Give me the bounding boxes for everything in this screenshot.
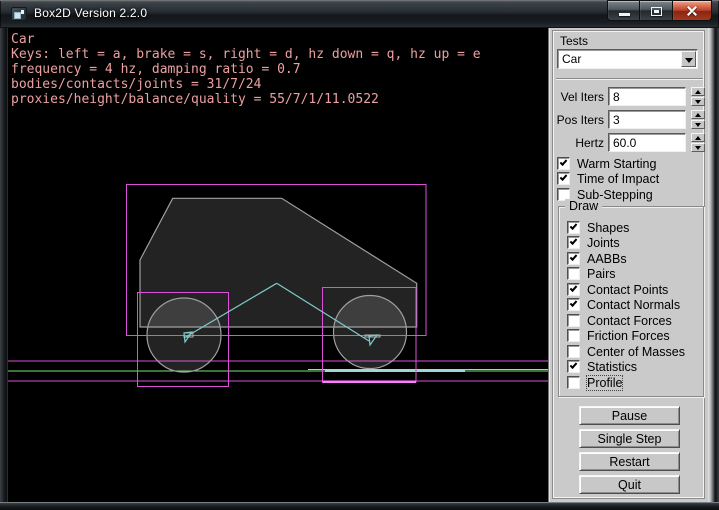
stats-text-line: proxies/height/balance/quality = 55/7/1/… — [11, 92, 379, 107]
triangle-up-icon — [695, 136, 701, 140]
checkbox-label: AABBs — [587, 252, 627, 266]
pos-iters-spinner-down-button[interactable] — [691, 120, 705, 129]
pos-iters-spinner-up-button[interactable] — [691, 110, 705, 119]
simulation-viewport[interactable]: CarKeys: left = a, brake = s, right = d,… — [8, 28, 548, 502]
checkbox-box[interactable] — [567, 236, 580, 249]
quit-button[interactable]: Quit — [579, 475, 680, 494]
checkbox-label: Profile — [587, 376, 622, 390]
hertz-spinner-up-button[interactable] — [691, 133, 705, 142]
triangle-up-icon — [695, 90, 701, 94]
check-icon — [570, 222, 578, 230]
stats-text-line: Car — [11, 32, 34, 47]
checkbox-label: Time of Impact — [577, 172, 659, 186]
car-chassis — [140, 198, 417, 327]
maximize-button[interactable] — [640, 0, 673, 21]
title-bar[interactable]: Box2D Version 2.2.0 — [0, 0, 719, 28]
minimize-icon — [619, 13, 630, 16]
check-icon — [570, 299, 578, 307]
app-icon — [11, 7, 27, 21]
checkbox-box[interactable] — [567, 314, 580, 327]
checkbox-label: Center of Masses — [587, 345, 685, 359]
check-icon — [570, 284, 578, 292]
window-frame-left — [0, 28, 8, 502]
triangle-up-icon — [695, 113, 701, 117]
window-frame-right — [714, 28, 719, 502]
checkbox-box[interactable] — [567, 345, 580, 358]
hertz-input[interactable]: 60.0 — [608, 133, 686, 152]
hertz-spinner-row: Hertz 60.0 — [548, 133, 708, 152]
tests-dropdown-value: Car — [562, 52, 581, 66]
check-icon — [560, 158, 568, 166]
checkbox-label: Contact Normals — [587, 298, 680, 312]
checkbox-label: Friction Forces — [587, 329, 670, 343]
tests-dropdown-arrow-button[interactable] — [681, 51, 696, 67]
hertz-label: Hertz — [548, 136, 604, 150]
triangle-down-icon — [695, 100, 701, 104]
checkbox-box[interactable] — [567, 298, 580, 311]
checkbox-label: Contact Points — [587, 283, 668, 297]
pos-iters-spinner-row: Pos Iters 3 — [548, 110, 708, 129]
checkbox-label: Contact Forces — [587, 314, 672, 328]
triangle-down-icon — [695, 146, 701, 150]
checkbox-label: Joints — [587, 236, 620, 250]
vel-iters-spinner-row: Vel Iters 8 — [548, 87, 708, 106]
vel-iters-label: Vel Iters — [548, 90, 604, 104]
check-icon — [570, 253, 578, 261]
check-icon — [570, 361, 578, 369]
tests-label: Tests — [560, 34, 588, 48]
single-step-button[interactable]: Single Step — [579, 429, 680, 448]
pos-iters-input[interactable]: 3 — [608, 110, 686, 129]
checkbox-label: Pairs — [587, 267, 615, 281]
checkbox-box[interactable] — [567, 376, 580, 389]
checkbox-box[interactable] — [567, 221, 580, 234]
vel-iters-input[interactable]: 8 — [608, 87, 686, 106]
hertz-spinner-buttons — [691, 133, 705, 152]
checkbox-box[interactable] — [557, 172, 570, 185]
stats-text-line: bodies/contacts/joints = 31/7/24 — [11, 77, 261, 92]
app-icon-pane — [14, 12, 21, 19]
triangle-down-icon — [695, 123, 701, 127]
checkbox-box[interactable] — [557, 157, 570, 170]
panel-bevel — [708, 28, 714, 502]
tests-dropdown[interactable]: Car — [557, 49, 698, 69]
checkbox-label: Shapes — [587, 221, 629, 235]
window-title: Box2D Version 2.2.0 — [34, 6, 147, 20]
vel-iters-spinner-buttons — [691, 87, 705, 106]
control-panel: Tests Car Vel Iters8Pos Iters3Hertz60.0 … — [548, 28, 714, 502]
pos-iters-label: Pos Iters — [548, 113, 604, 127]
checkbox-box[interactable] — [567, 360, 580, 373]
checkbox-box[interactable] — [567, 329, 580, 342]
draw-group-title: Draw — [565, 199, 602, 213]
checkbox-box[interactable] — [567, 283, 580, 296]
vel-iters-spinner-down-button[interactable] — [691, 97, 705, 106]
app-icon-dot — [21, 10, 24, 14]
stats-text-line: frequency = 4 hz, damping ratio = 0.7 — [11, 62, 301, 77]
app-window: Box2D Version 2.2.0 CarKeys: left = a, b… — [0, 0, 719, 510]
maximize-icon — [651, 7, 662, 16]
vel-iters-spinner-up-button[interactable] — [691, 87, 705, 96]
chevron-down-icon — [685, 58, 693, 63]
minimize-button[interactable] — [607, 0, 640, 21]
hertz-spinner-down-button[interactable] — [691, 143, 705, 152]
panel-separator — [556, 78, 703, 80]
pos-iters-spinner-buttons — [691, 110, 705, 129]
caption-button-group — [607, 0, 712, 21]
window-frame-bottom — [0, 502, 719, 510]
close-button[interactable] — [673, 0, 712, 21]
pause-button[interactable]: Pause — [579, 406, 680, 425]
checkbox-box[interactable] — [567, 252, 580, 265]
checkbox-box[interactable] — [567, 267, 580, 280]
stats-text-line: Keys: left = a, brake = s, right = d, hz… — [11, 47, 481, 62]
checkbox-label: Warm Starting — [577, 157, 656, 171]
check-icon — [570, 237, 578, 245]
check-icon — [560, 173, 568, 181]
close-icon — [686, 5, 698, 17]
restart-button[interactable]: Restart — [579, 452, 680, 471]
checkbox-label: Statistics — [587, 360, 637, 374]
